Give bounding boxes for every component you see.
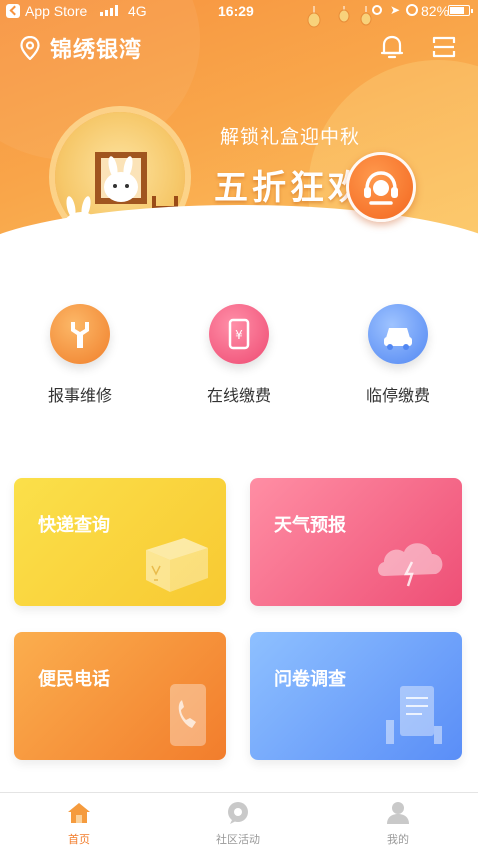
quick-action-parking-payment[interactable]: 临停缴费 [338,300,458,410]
card-express-tracking[interactable]: 快递查询 [14,478,226,606]
carrier-label: App Store [25,3,88,19]
tab-label: 首页 [68,833,90,846]
phone-icon [170,684,206,746]
alarm-icon [406,4,418,16]
tab-mine[interactable]: 我的 [348,793,448,850]
tab-home[interactable]: 首页 [29,793,129,850]
clock: 16:29 [218,3,254,19]
tab-bar: 首页 社区活动 我的 [0,792,478,850]
car-icon [368,304,428,364]
location-pin-icon[interactable] [20,36,40,60]
card-label: 问卷调查 [274,669,346,690]
back-to-app-icon[interactable] [6,4,20,18]
navigation-arrow-icon: ➤ [390,3,401,17]
signal-icon [100,5,120,16]
card-weather-forecast[interactable]: 天气预报 [250,478,462,606]
tab-label: 社区活动 [216,833,260,846]
tab-community-activities[interactable]: 社区活动 [188,793,288,850]
home-icon [68,803,90,823]
community-name[interactable]: 锦绣银湾 [50,32,142,64]
package-icon [146,538,208,592]
tab-label: 我的 [387,833,409,846]
customer-service-button[interactable] [346,152,416,222]
rabbit-illustration [104,155,138,202]
card-questionnaire[interactable]: 问卷调查 [250,632,462,760]
quick-action-label: 在线缴费 [206,386,271,405]
svg-text:¥: ¥ [235,328,243,342]
bill-icon: ¥ [209,304,269,364]
card-label: 快递查询 [38,515,110,536]
quick-actions: 报事维修 ¥ 在线缴费 临停缴费 [0,300,478,410]
quick-action-repair[interactable]: 报事维修 [20,300,140,410]
banner-subtitle: 解锁礼盒迎中秋 [220,126,361,148]
headset-icon [364,171,398,205]
battery-percent: 82% [421,3,450,19]
card-label: 便民电话 [38,669,110,690]
network-label: 4G [128,3,147,19]
quick-action-label: 报事维修 [47,386,112,405]
bell-icon[interactable] [380,34,404,60]
location-services-icon [372,5,382,15]
user-icon [387,802,409,824]
quick-action-online-payment[interactable]: ¥ 在线缴费 [179,300,299,410]
card-label: 天气预报 [274,515,346,536]
banner-title[interactable]: 五折狂欢 [214,160,366,209]
wrench-icon [50,304,110,364]
scan-icon[interactable] [432,35,456,59]
clipboard-icon [386,686,442,744]
quick-action-label: 临停缴费 [365,386,430,405]
header-banner: App Store 4G 16:29 ➤ 82% 锦绣银湾 解锁礼盒迎中秋 五折… [0,0,478,270]
battery-icon [448,5,473,16]
chat-bubble-icon [228,802,248,824]
status-bar: App Store 4G 16:29 ➤ 82% [0,0,478,24]
card-convenience-phone[interactable]: 便民电话 [14,632,226,760]
cloud-icon [378,543,443,587]
